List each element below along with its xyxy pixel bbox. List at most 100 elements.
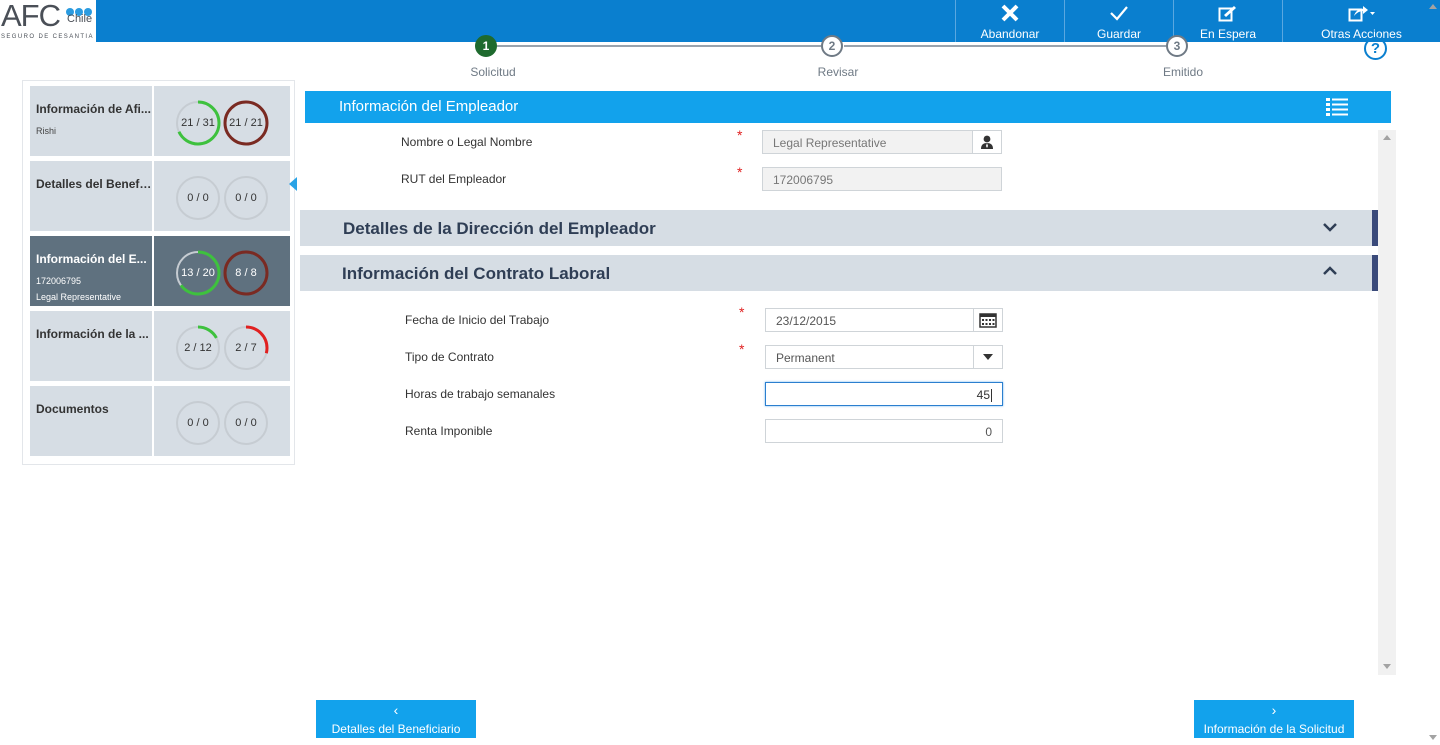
- weekly-hours-value: 45: [976, 388, 990, 402]
- next-section-button[interactable]: › Información de la Solicitud: [1194, 700, 1354, 738]
- check-icon: [1110, 6, 1128, 21]
- save-button[interactable]: Guardar: [1064, 0, 1173, 42]
- step-emitido[interactable]: 3: [1166, 35, 1188, 57]
- progress-ring: 13 / 20: [175, 250, 221, 296]
- progress-count: 0 / 0: [187, 192, 209, 204]
- address-accordion-header[interactable]: Detalles de la Dirección del Empleador: [300, 210, 1378, 246]
- previous-section-button[interactable]: ‹ Detalles del Beneficiario: [316, 700, 476, 738]
- logo-country: Chile: [67, 13, 93, 25]
- abandon-button[interactable]: Abandonar: [955, 0, 1064, 42]
- previous-section-label: Detalles del Beneficiario: [331, 722, 461, 736]
- weekly-hours-input[interactable]: 45: [765, 382, 1003, 406]
- sidebar-item-beneficiary[interactable]: Detalles del Benefi... 0 / 0 0 / 0: [30, 161, 290, 231]
- section-title: Información del Empleador: [339, 98, 519, 115]
- progress-ring: 2 / 7: [223, 325, 269, 371]
- sidebar-item-documents[interactable]: Documentos 0 / 0 0 / 0: [30, 386, 290, 456]
- progress-count: 2 / 7: [235, 342, 257, 354]
- chevron-down-icon: [1323, 223, 1337, 232]
- help-icon[interactable]: ?: [1364, 37, 1387, 60]
- progress-ring: 21 / 21: [223, 100, 269, 146]
- scroll-up-arrow[interactable]: [1383, 135, 1391, 140]
- stepper-line: [497, 45, 821, 47]
- text-cursor: [991, 389, 992, 403]
- sidebar-item-title: Documentos: [36, 402, 109, 416]
- logo-tagline: SEGURO DE CESANTIA: [1, 34, 94, 40]
- progress-count: 2 / 12: [184, 342, 212, 354]
- employer-rut-field[interactable]: 172006795: [762, 167, 1002, 191]
- employer-rut-label: RUT del Empleador: [401, 172, 507, 186]
- stepper-line: [844, 45, 1166, 47]
- required-mark: *: [737, 164, 743, 180]
- person-lookup-button[interactable]: [972, 131, 1001, 153]
- employer-name-field[interactable]: Legal Representative: [762, 130, 1002, 154]
- chevron-left-icon: ‹: [393, 702, 399, 718]
- step-revisar[interactable]: 2: [821, 35, 843, 57]
- required-mark: *: [739, 341, 745, 357]
- active-item-pointer: [289, 177, 297, 191]
- accordion-title: Detalles de la Dirección del Empleador: [343, 219, 656, 238]
- progress-count: 13 / 20: [181, 267, 215, 279]
- on-hold-button[interactable]: En Espera: [1173, 0, 1282, 42]
- calendar-button[interactable]: [973, 309, 1002, 331]
- progress-count: 0 / 0: [187, 417, 209, 429]
- contract-type-value: Permanent: [776, 351, 835, 365]
- scroll-up-arrow[interactable]: [1429, 4, 1437, 9]
- page-scrollbar[interactable]: [1426, 0, 1440, 745]
- employer-name-value: Legal Representative: [773, 136, 887, 150]
- progress-count: 0 / 0: [235, 417, 257, 429]
- progress-ring: 21 / 31: [175, 100, 221, 146]
- sidebar-item-affiliate[interactable]: Información de Afi... Rishi 21 / 31 21 /…: [30, 86, 290, 156]
- sidebar-item-title: Información de la ...: [36, 327, 149, 341]
- dropdown-button[interactable]: [973, 346, 1002, 368]
- on-hold-label: En Espera: [1199, 27, 1257, 41]
- required-mark: *: [739, 304, 745, 320]
- weekly-hours-label: Horas de trabajo semanales: [405, 387, 556, 401]
- sidebar-item-subtitle: 172006795: [36, 276, 82, 286]
- sidebar-item-title: Información de Afi...: [36, 102, 151, 116]
- close-icon: [1001, 4, 1019, 22]
- progress-count: 8 / 8: [235, 267, 257, 279]
- save-label: Guardar: [1096, 27, 1142, 41]
- share-icon: [1348, 6, 1375, 22]
- taxable-income-input[interactable]: 0: [765, 419, 1003, 443]
- sidebar-item-request-info[interactable]: Información de la ... 2 / 12 2 / 7: [30, 311, 290, 381]
- edit-icon: [1218, 6, 1236, 22]
- sidebar: Información de Afi... Rishi 21 / 31 21 /…: [22, 80, 295, 465]
- person-icon: [981, 135, 993, 149]
- scroll-down-arrow[interactable]: [1429, 735, 1437, 740]
- abandon-label: Abandonar: [980, 27, 1040, 41]
- start-date-value: 23/12/2015: [776, 314, 837, 328]
- more-actions-label: Otras Acciones: [1321, 27, 1402, 41]
- start-date-field[interactable]: 23/12/2015: [765, 308, 1003, 332]
- progress-count: 21 / 21: [229, 117, 263, 129]
- more-actions-button[interactable]: Otras Acciones: [1282, 0, 1440, 42]
- employer-rut-value: 172006795: [773, 173, 834, 187]
- start-date-label: Fecha de Inicio del Trabajo: [405, 313, 550, 327]
- action-toolbar: Abandonar Guardar En Espera Otras Accion…: [955, 0, 1440, 42]
- list-view-icon[interactable]: [1326, 98, 1348, 116]
- progress-ring: 0 / 0: [223, 400, 269, 446]
- calendar-icon: [979, 313, 997, 328]
- step-label-emitido: Emitido: [1162, 65, 1203, 79]
- progress-ring: 2 / 12: [175, 325, 221, 371]
- progress-count: 21 / 31: [181, 117, 215, 129]
- contract-accordion-header[interactable]: Información del Contrato Laboral: [300, 255, 1378, 291]
- step-label-revisar: Revisar: [817, 65, 859, 79]
- chevron-right-icon: ›: [1271, 702, 1277, 718]
- sidebar-item-employer[interactable]: Información del E... 172006795 Legal Rep…: [30, 236, 290, 306]
- progress-ring: 0 / 0: [175, 400, 221, 446]
- contract-type-select[interactable]: Permanent: [765, 345, 1003, 369]
- content-scrollbar[interactable]: [1378, 130, 1396, 675]
- sidebar-item-title: Información del E...: [36, 252, 147, 266]
- progress-ring: 8 / 8: [223, 250, 269, 296]
- logo-brand: AFC: [1, 0, 61, 33]
- chevron-down-icon: [983, 354, 993, 360]
- contract-type-label: Tipo de Contrato: [405, 350, 494, 364]
- sidebar-item-subtitle: Rishi: [36, 126, 57, 136]
- taxable-income-label: Renta Imponible: [405, 424, 493, 438]
- scroll-down-arrow[interactable]: [1383, 664, 1391, 669]
- afc-logo: AFC Chile SEGURO DE CESANTIA: [0, 0, 96, 42]
- progress-ring: 0 / 0: [175, 175, 221, 221]
- step-solicitud[interactable]: 1: [475, 35, 497, 57]
- employer-name-label: Nombre o Legal Nombre: [401, 135, 533, 149]
